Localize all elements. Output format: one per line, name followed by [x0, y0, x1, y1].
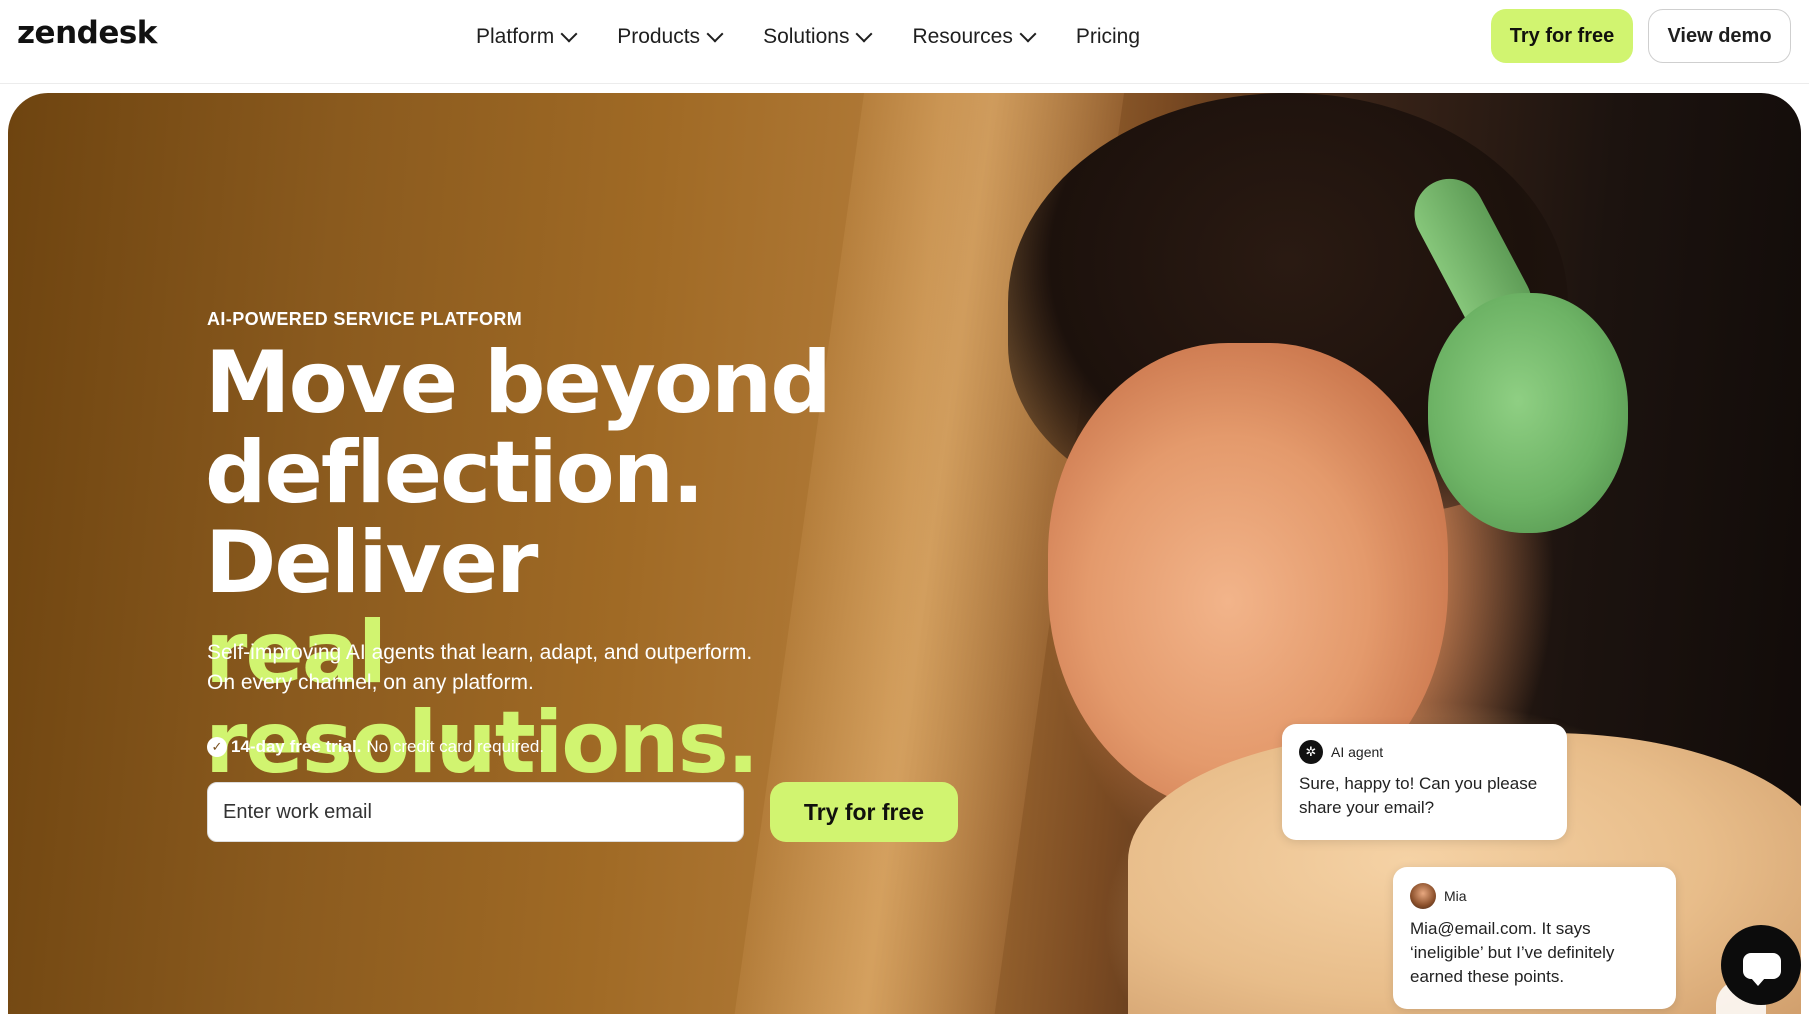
view-demo-button[interactable]: View demo	[1648, 9, 1791, 63]
chevron-down-icon	[1019, 25, 1037, 43]
hero-eyebrow: AI-POWERED SERVICE PLATFORM	[207, 309, 523, 329]
nav-item-products[interactable]: Products	[617, 22, 724, 52]
nav-item-pricing[interactable]: Pricing	[1076, 22, 1140, 52]
nav-label: Resources	[912, 25, 1013, 48]
nav-label: Platform	[476, 25, 555, 48]
trial-bold: 14-day free trial.	[231, 737, 362, 756]
bubble-header: Mia	[1410, 883, 1659, 909]
bubble-header: ✲ AI agent	[1299, 740, 1550, 764]
avatar	[1410, 883, 1436, 909]
nav-item-platform[interactable]: Platform	[476, 22, 578, 52]
main-nav: Platform Products Solutions Resources Pr…	[476, 22, 1182, 52]
try-for-free-button[interactable]: Try for free	[1491, 9, 1633, 63]
user-message: Mia Mia@email.com. It says ‘ineligible’ …	[1393, 867, 1676, 1009]
nav-label: Products	[617, 25, 701, 48]
nav-label: Pricing	[1075, 25, 1141, 48]
subtext-line-1: Self-improving AI agents that learn, ada…	[207, 641, 753, 664]
work-email-input[interactable]	[207, 782, 744, 842]
nav-item-resources[interactable]: Resources	[912, 22, 1037, 52]
user-text: Mia@email.com. It says ‘ineligible’ but …	[1410, 919, 1615, 986]
headphone-earcup	[1428, 293, 1628, 533]
ai-agent-message: ✲ AI agent Sure, happy to! Can you pleas…	[1282, 724, 1567, 840]
trial-rest: No credit card required.	[366, 737, 545, 756]
chevron-down-icon	[560, 25, 578, 43]
ai-agent-text: Sure, happy to! Can you please share you…	[1299, 774, 1538, 817]
user-name: Mia	[1444, 888, 1467, 904]
chevron-down-icon	[706, 25, 724, 43]
subtext-line-2: On every channel, on any platform.	[207, 671, 534, 694]
headline-accent: real resolutions.	[205, 603, 759, 793]
check-circle-icon: ✓	[207, 737, 227, 757]
hero-subtext: Self-improving AI agents that learn, ada…	[207, 638, 827, 698]
headline-line-2: deflection. Deliver	[205, 423, 705, 613]
site-header: zendesk Platform Products Solutions Reso…	[0, 0, 1809, 84]
chevron-down-icon	[855, 25, 873, 43]
zendesk-logo[interactable]: zendesk	[17, 15, 157, 51]
headline-line-1: Move beyond	[205, 333, 832, 433]
hero-try-for-free-button[interactable]: Try for free	[770, 782, 958, 842]
ai-agent-icon: ✲	[1299, 740, 1323, 764]
nav-item-solutions[interactable]: Solutions	[763, 22, 873, 52]
hero-headline: Move beyond deflection. Deliver real res…	[205, 338, 965, 788]
trial-note: ✓ 14-day free trial. No credit card requ…	[207, 737, 544, 757]
nav-label: Solutions	[763, 25, 850, 48]
chat-widget-button[interactable]	[1721, 925, 1801, 1005]
chat-icon	[1743, 953, 1781, 986]
ai-agent-name: AI agent	[1331, 744, 1384, 760]
